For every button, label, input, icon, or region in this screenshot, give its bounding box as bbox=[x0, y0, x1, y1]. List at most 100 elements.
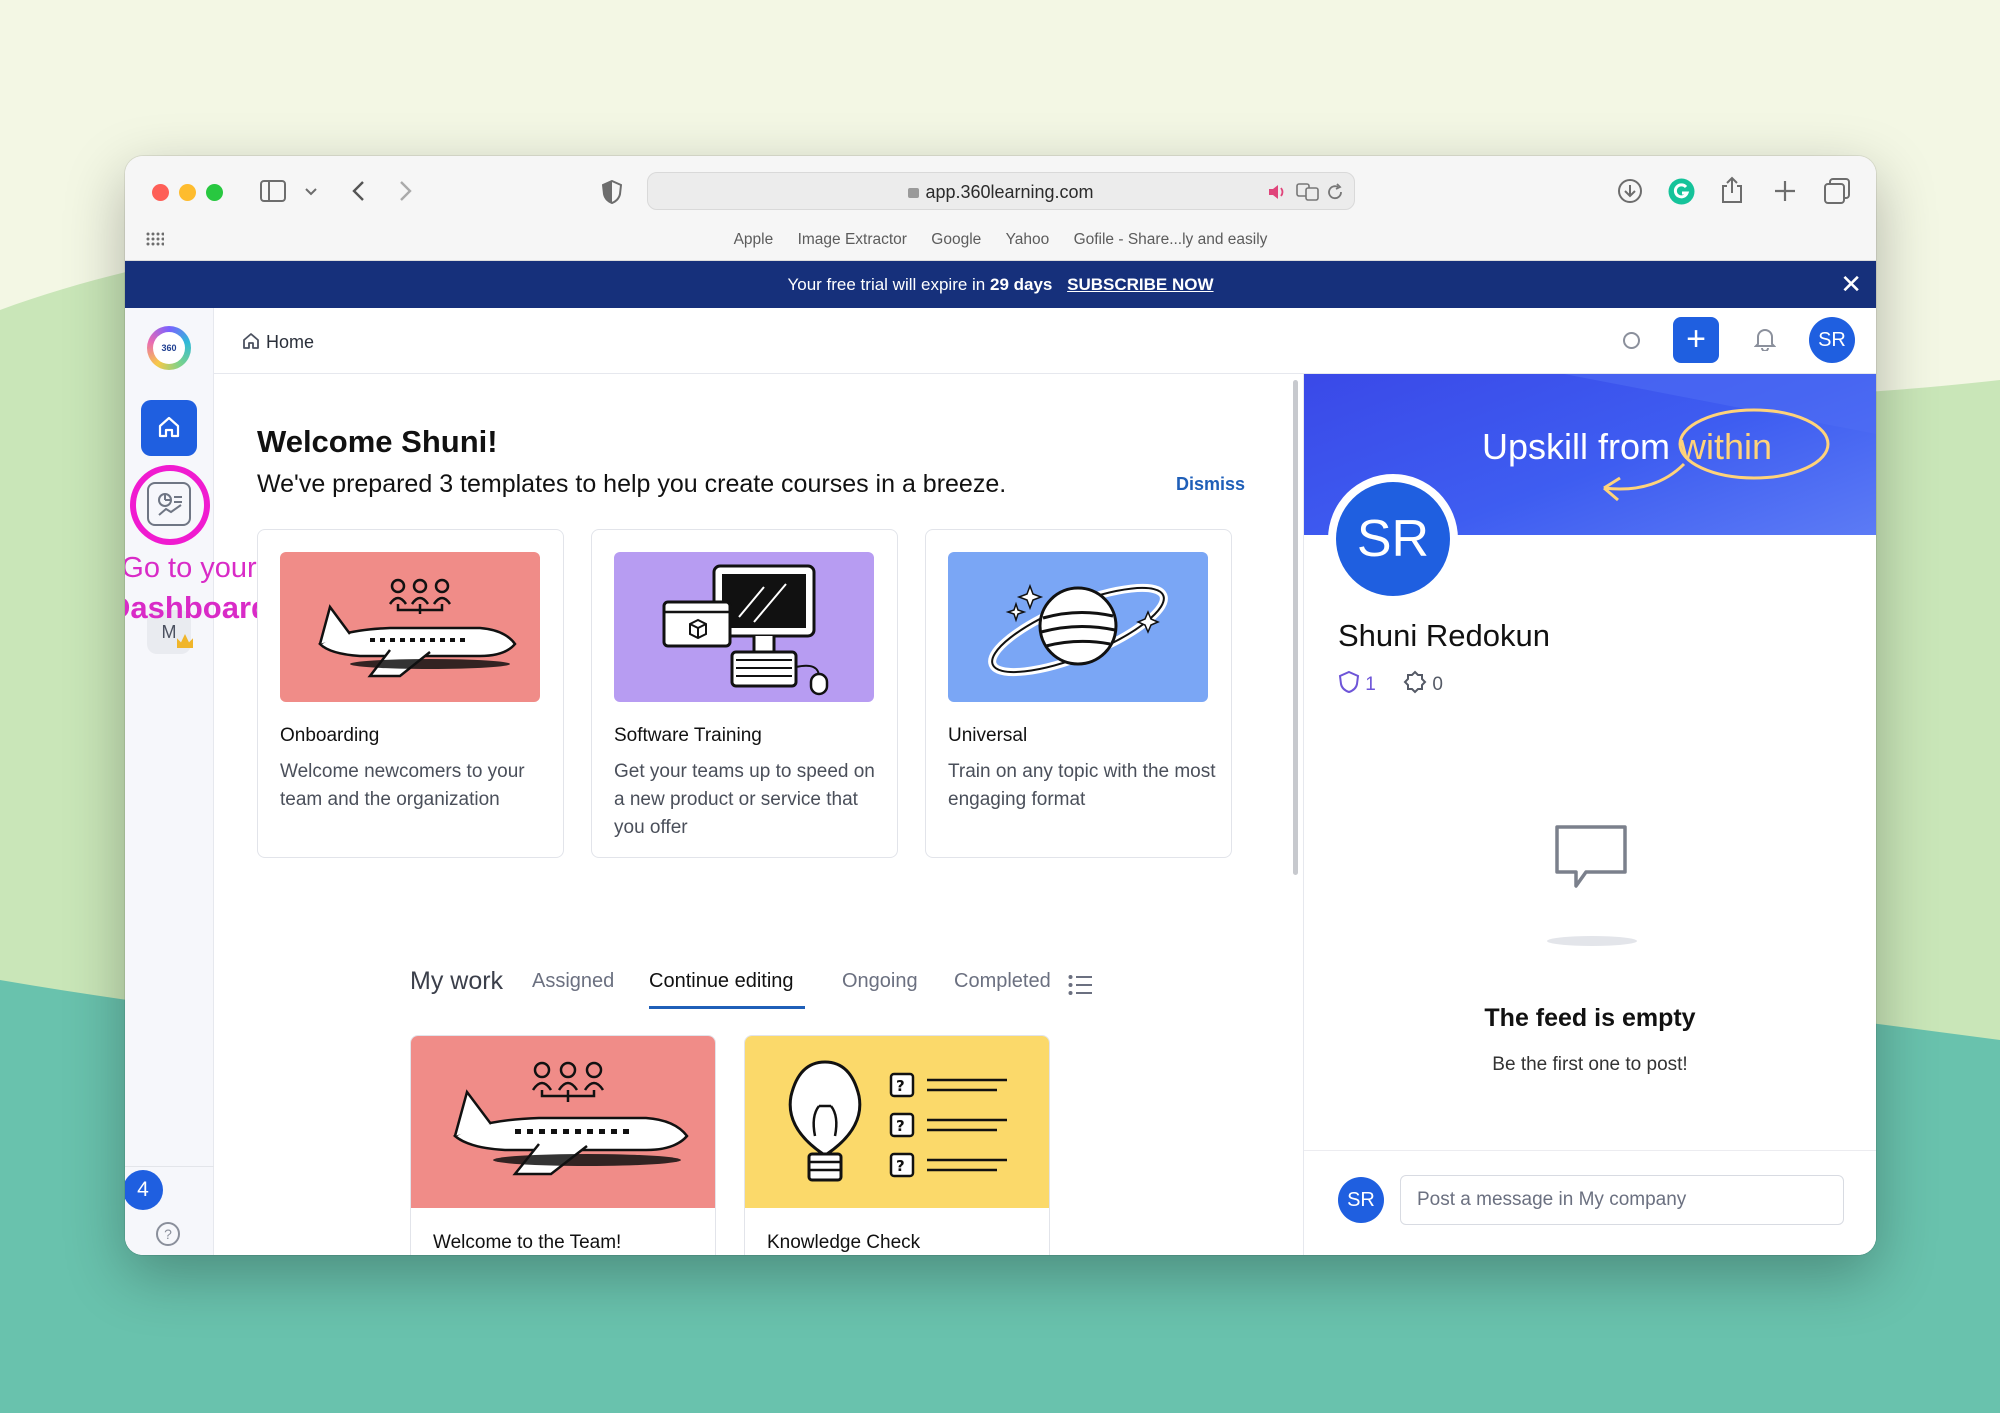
tab-completed[interactable]: Completed bbox=[954, 970, 1051, 993]
app-topbar: Home + SR bbox=[214, 308, 1876, 374]
list-view-icon[interactable] bbox=[1068, 974, 1092, 996]
template-title: Onboarding bbox=[280, 725, 380, 746]
notification-count-badge[interactable]: 4 bbox=[125, 1170, 163, 1210]
bell-icon[interactable] bbox=[1754, 327, 1776, 351]
new-tab-icon[interactable] bbox=[1774, 180, 1796, 202]
stat-value: 0 bbox=[1432, 674, 1443, 695]
software-training-illustration bbox=[614, 552, 874, 702]
template-desc: Train on any topic with the most engagin… bbox=[948, 761, 1216, 810]
work-card-welcome[interactable]: Welcome to the Team! bbox=[410, 1035, 716, 1255]
breadcrumb-label: Home bbox=[266, 332, 315, 352]
search-icon[interactable] bbox=[1623, 332, 1640, 349]
template-card-onboarding[interactable]: Onboarding Welcome newcomers to your tea… bbox=[257, 529, 564, 858]
template-title: Software Training bbox=[614, 725, 762, 746]
share-icon[interactable] bbox=[1721, 176, 1743, 204]
browser-toolbar: app.360learning.com Apple Image Extracto… bbox=[125, 156, 1876, 261]
translate-icon[interactable] bbox=[1296, 183, 1320, 201]
cover-arrow-icon bbox=[1603, 408, 1830, 502]
profile-stats: 1 0 bbox=[1338, 666, 1443, 696]
profile-initials: SR bbox=[1336, 482, 1450, 596]
bookmark-yahoo[interactable]: Yahoo bbox=[1006, 231, 1050, 248]
profile-avatar[interactable]: SR bbox=[1328, 474, 1458, 604]
feed-empty-subtitle: Be the first one to post! bbox=[1492, 1054, 1688, 1075]
chat-bubble-icon bbox=[1555, 825, 1627, 888]
profile-name: Shuni Redokun bbox=[1338, 618, 1550, 653]
chevron-down-icon[interactable] bbox=[305, 188, 317, 196]
bookmark-apple[interactable]: Apple bbox=[734, 231, 774, 248]
lightbulb-icon: ??? bbox=[788, 1060, 1007, 1182]
template-desc: Get your teams up to speed on a new prod… bbox=[614, 761, 875, 838]
profile-panel: Upskill from within SR Shuni Redokun 1 0… bbox=[1303, 374, 1876, 1255]
chat-shadow bbox=[1547, 936, 1637, 946]
work-card-knowledge-check[interactable]: ??? Knowledge Check bbox=[744, 1035, 1050, 1255]
active-tab-indicator bbox=[649, 1006, 805, 1009]
bookmark-gofile[interactable]: Gofile - Share...ly and easily bbox=[1074, 231, 1268, 248]
sidebar-toggle-icon[interactable] bbox=[260, 180, 286, 202]
nav-divider bbox=[125, 1166, 214, 1167]
browser-window: app.360learning.com Apple Image Extracto… bbox=[125, 156, 1876, 1255]
work-card-title: Knowledge Check bbox=[767, 1232, 921, 1253]
trial-banner: Your free trial will expire in 29 days S… bbox=[125, 261, 1876, 308]
tab-ongoing[interactable]: Ongoing bbox=[842, 970, 918, 993]
close-icon[interactable]: ✕ bbox=[1840, 261, 1862, 308]
composer-avatar: SR bbox=[1338, 1177, 1384, 1223]
tab-assigned[interactable]: Assigned bbox=[532, 970, 614, 993]
privacy-shield-icon[interactable] bbox=[602, 180, 622, 204]
stat-value: 1 bbox=[1365, 674, 1376, 695]
user-avatar[interactable]: SR bbox=[1809, 317, 1855, 363]
template-desc: Welcome newcomers to your team and the o… bbox=[280, 761, 525, 810]
svg-text:?: ? bbox=[896, 1157, 905, 1175]
back-icon[interactable] bbox=[351, 180, 365, 202]
airplane-icon bbox=[318, 578, 517, 678]
lock-icon bbox=[908, 188, 920, 198]
subscribe-link[interactable]: SUBSCRIBE NOW bbox=[1067, 275, 1213, 294]
main-scrollbar[interactable] bbox=[1293, 380, 1298, 875]
airplane-icon bbox=[452, 1061, 689, 1176]
close-window-button[interactable] bbox=[152, 184, 169, 201]
home-icon bbox=[158, 416, 180, 438]
work-card-title: Welcome to the Team! bbox=[433, 1232, 622, 1253]
left-nav: 360 M 4 ? bbox=[125, 308, 214, 1255]
post-message-input[interactable]: Post a message in My company bbox=[1400, 1175, 1844, 1225]
shield-icon bbox=[1338, 670, 1360, 694]
onboarding-illustration bbox=[280, 552, 540, 702]
template-card-software-training[interactable]: Software Training Get your teams up to s… bbox=[591, 529, 898, 858]
nav-home-button[interactable] bbox=[141, 400, 197, 456]
bookmarks-bar: Apple Image Extractor Google Yahoo Gofil… bbox=[125, 231, 1876, 249]
computer-icon bbox=[662, 564, 829, 696]
url-text: app.360learning.com bbox=[925, 182, 1094, 202]
app-area: 360 M 4 ? Go to your Dashboard Home + bbox=[125, 308, 1876, 1255]
zoom-window-button[interactable] bbox=[206, 184, 223, 201]
grammarly-icon[interactable] bbox=[1668, 178, 1695, 205]
universal-illustration bbox=[948, 552, 1208, 702]
template-card-universal[interactable]: Universal Train on any topic with the mo… bbox=[925, 529, 1232, 858]
breadcrumb[interactable]: Home bbox=[242, 330, 314, 353]
bookmark-image-extractor[interactable]: Image Extractor bbox=[798, 231, 907, 248]
create-button[interactable]: + bbox=[1673, 317, 1719, 363]
tabs-overview-icon[interactable] bbox=[1824, 178, 1850, 204]
dismiss-link[interactable]: Dismiss bbox=[1176, 474, 1245, 495]
help-icon[interactable]: ? bbox=[156, 1222, 180, 1246]
forward-icon[interactable] bbox=[399, 180, 413, 202]
welcome-card-illustration bbox=[411, 1036, 715, 1208]
template-title: Universal bbox=[948, 725, 1028, 746]
audio-icon[interactable] bbox=[1268, 184, 1286, 200]
welcome-subtitle: We've prepared 3 templates to help you c… bbox=[257, 470, 1007, 498]
trial-days: 29 days bbox=[990, 275, 1053, 294]
feed-empty-title: The feed is empty bbox=[1484, 1004, 1696, 1032]
reload-icon[interactable] bbox=[1326, 183, 1344, 201]
badge-icon bbox=[1403, 670, 1427, 694]
my-work-tabs: My work Assigned Continue editing Ongoin… bbox=[214, 967, 1304, 1020]
tab-continue-editing[interactable]: Continue editing bbox=[649, 970, 794, 993]
planet-icon bbox=[988, 583, 1168, 677]
svg-text:?: ? bbox=[896, 1077, 905, 1095]
minimize-window-button[interactable] bbox=[179, 184, 196, 201]
welcome-title: Welcome Shuni! bbox=[257, 424, 498, 459]
download-icon[interactable] bbox=[1617, 178, 1643, 204]
address-bar[interactable]: app.360learning.com bbox=[647, 172, 1355, 210]
bookmark-google[interactable]: Google bbox=[931, 231, 981, 248]
home-outline-icon bbox=[243, 333, 259, 349]
dashboard-highlight-circle bbox=[130, 465, 210, 545]
app-logo[interactable]: 360 bbox=[147, 326, 191, 370]
my-work-heading: My work bbox=[410, 967, 504, 995]
